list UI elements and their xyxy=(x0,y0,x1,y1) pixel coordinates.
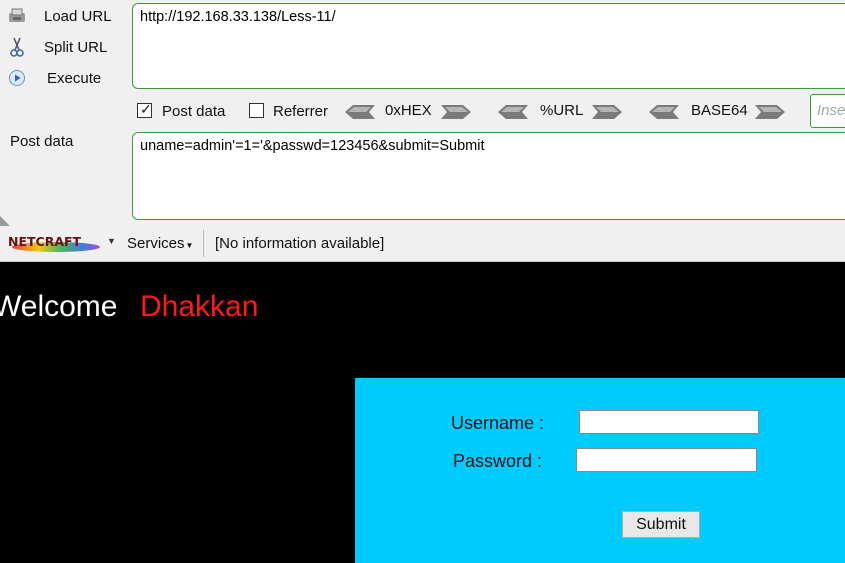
welcome-text: Welcome xyxy=(0,290,118,323)
toolbar-separator xyxy=(203,230,204,257)
username-label: Username : xyxy=(451,413,545,433)
hex-decode-arrow-icon[interactable] xyxy=(345,105,375,119)
hackbar-panel: Load URL Split URL Execute http://192.16… xyxy=(0,0,845,227)
split-url-label: Split URL xyxy=(44,38,108,56)
base64-decode-arrow-icon[interactable] xyxy=(649,105,679,119)
checkmark-icon: ✓ xyxy=(140,101,152,117)
post-data-textarea[interactable]: uname=admin'=1='&passwd=123456&submit=Su… xyxy=(132,132,845,220)
url-encode-arrow-icon[interactable] xyxy=(592,105,622,119)
hex-encode-arrow-icon[interactable] xyxy=(441,105,471,119)
services-menu[interactable]: Services▼ xyxy=(127,235,193,252)
referrer-checkbox[interactable] xyxy=(249,103,264,118)
hex-label: 0xHEX xyxy=(385,102,432,119)
netcraft-toolbar: NETCRAFT ▼ Services▼ [No information ava… xyxy=(0,227,845,262)
page-content: Welcome Dhakkan Username : Password : Su… xyxy=(0,262,845,563)
load-url-icon xyxy=(6,5,28,27)
load-url-button[interactable]: Load URL xyxy=(6,3,112,29)
base64-label: BASE64 xyxy=(691,102,748,119)
execute-label: Execute xyxy=(47,69,102,87)
url-label: %URL xyxy=(540,102,584,119)
services-dropdown-arrow-icon: ▼ xyxy=(185,241,194,250)
netcraft-logo-text: NETCRAFT xyxy=(8,234,82,249)
resize-grip-icon[interactable] xyxy=(0,212,14,226)
password-input[interactable] xyxy=(576,448,757,472)
username-input[interactable] xyxy=(579,410,759,434)
post-data-checkbox-label: Post data xyxy=(162,103,226,120)
site-info-text: [No information available] xyxy=(215,235,385,252)
url-decode-arrow-icon[interactable] xyxy=(498,105,528,119)
password-label: Password : xyxy=(453,451,543,471)
load-url-label: Load URL xyxy=(44,7,112,25)
login-form: Username : Password : Submit xyxy=(355,378,845,563)
split-url-button[interactable]: Split URL xyxy=(6,34,107,60)
play-icon xyxy=(6,67,28,89)
netcraft-logo[interactable]: NETCRAFT xyxy=(6,233,100,253)
netcraft-dropdown-arrow-icon[interactable]: ▼ xyxy=(107,236,116,246)
execute-button[interactable]: Execute xyxy=(6,65,101,91)
url-textarea[interactable]: http://192.168.33.138/Less-11/ xyxy=(132,3,845,89)
insert-string-input[interactable]: Insert string to replace xyxy=(810,94,845,128)
scissors-icon xyxy=(6,36,28,58)
submit-button[interactable]: Submit xyxy=(622,511,700,538)
services-label: Services xyxy=(127,235,185,252)
post-data-label: Post data xyxy=(10,133,74,150)
post-data-checkbox[interactable]: ✓ xyxy=(137,101,152,118)
options-row: ✓ Post data Referrer 0xHEX %URL BASE64 I… xyxy=(137,94,845,128)
referrer-checkbox-label: Referrer xyxy=(273,103,329,120)
dhakkan-title: Dhakkan xyxy=(140,290,259,323)
base64-encode-arrow-icon[interactable] xyxy=(755,105,785,119)
